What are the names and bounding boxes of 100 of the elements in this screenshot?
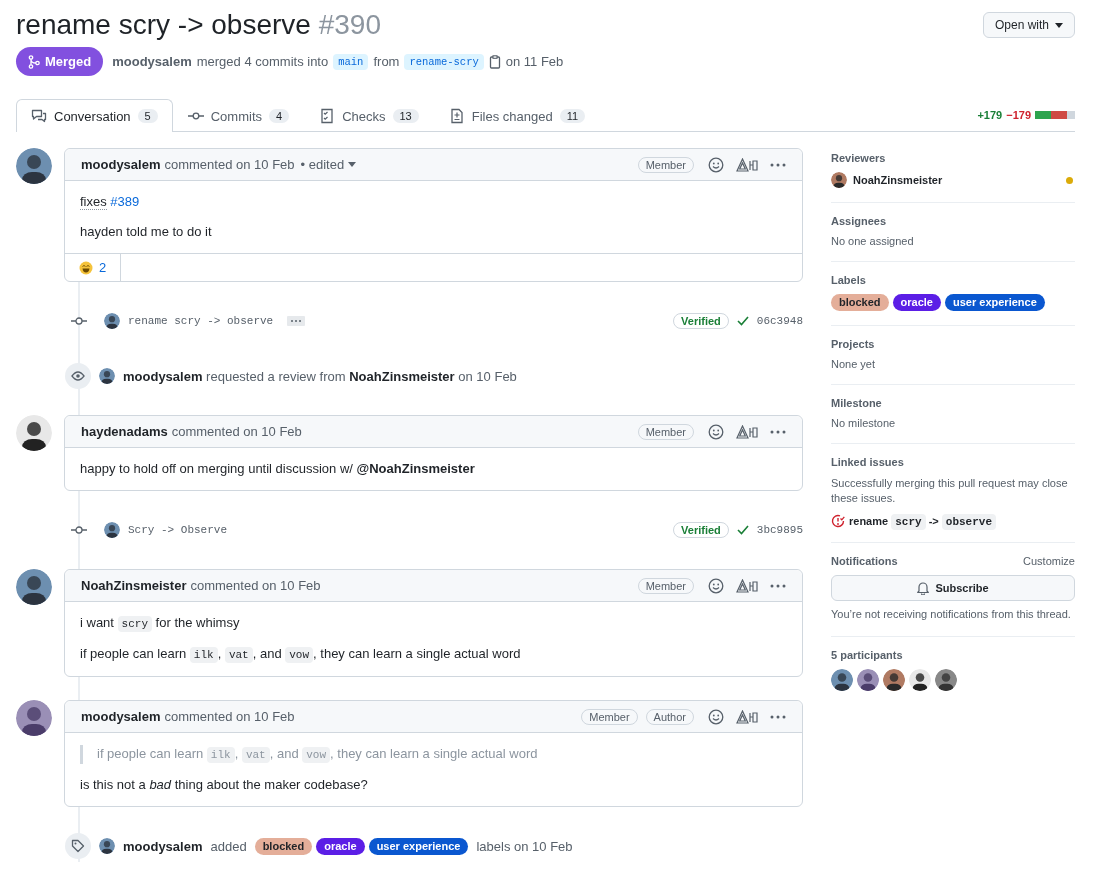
tab[interactable]: Checks 13 <box>304 99 434 132</box>
smiley-icon[interactable] <box>708 577 724 594</box>
check-icon <box>736 525 749 535</box>
note-text: Successfully merging this pull request may close these issues. <box>831 476 1069 506</box>
label-tag[interactable]: user experience <box>368 837 469 855</box>
section-heading: 5 participants <box>831 649 903 661</box>
file-diff-icon <box>448 108 465 124</box>
kebab-icon[interactable] <box>770 162 786 167</box>
label-tag[interactable]: oracle <box>892 294 941 311</box>
issue-link[interactable]: #389 <box>110 194 140 209</box>
caret-icon <box>1055 22 1063 28</box>
author-link[interactable]: moodysalem <box>112 54 192 69</box>
avatar[interactable] <box>16 148 52 184</box>
note-text: You’re not receiving notifications from this thread. <box>831 607 1072 622</box>
comment-meta: commented on 10 Feb <box>190 578 321 593</box>
comment-author[interactable]: haydenadams <box>81 424 168 439</box>
smiley-icon[interactable] <box>708 708 724 725</box>
avatar[interactable] <box>16 415 52 451</box>
head-branch[interactable]: rename-scry <box>404 53 484 70</box>
participant-avatar[interactable] <box>909 669 931 691</box>
triangle-icon[interactable] <box>736 578 758 593</box>
check-icon <box>736 316 749 326</box>
avatar[interactable] <box>831 172 847 188</box>
tab[interactable]: Conversation 5 <box>16 99 173 132</box>
triangle-icon[interactable] <box>736 157 758 172</box>
commit-icon <box>71 525 87 535</box>
kebab-icon[interactable] <box>770 714 786 719</box>
participant-avatar[interactable] <box>935 669 957 691</box>
merged-badge: Merged <box>16 47 104 76</box>
triangle-icon[interactable] <box>736 424 758 439</box>
comment-author[interactable]: moodysalem <box>81 709 161 724</box>
reaction-button[interactable]: 2 <box>65 254 122 281</box>
deletions-count: −179 <box>1006 109 1031 121</box>
label-tag[interactable]: blocked <box>254 837 313 855</box>
reviewer-name[interactable]: NoahZinsmeister <box>853 174 943 186</box>
tab[interactable]: Files changed 11 <box>433 99 601 132</box>
event-text: labels on 10 Feb <box>476 838 573 854</box>
commit-sha[interactable]: 3bc9895 <box>756 524 803 536</box>
comment-text: fixes #389 <box>80 193 141 211</box>
avatar[interactable] <box>16 569 52 605</box>
comment-text: happy to hold off on merging until discussion w/ @NoahZinsmeister <box>80 460 476 478</box>
event-actor[interactable]: moodysalem <box>123 838 203 854</box>
customize-link[interactable]: Customize <box>1023 555 1075 567</box>
caret-icon <box>348 162 357 167</box>
open-with-button[interactable]: Open with <box>982 12 1075 38</box>
ellipsis-icon[interactable] <box>287 316 306 326</box>
section-heading[interactable]: Labels <box>831 274 866 286</box>
comment-meta: commented on 10 Feb <box>164 709 295 724</box>
avatar[interactable] <box>99 838 115 854</box>
summary-text: on 11 Feb <box>505 54 564 69</box>
comment-text: hayden told me to do it <box>80 223 213 241</box>
comment-meta: commented on 10 Feb <box>164 157 295 172</box>
edited-menu[interactable]: • edited <box>300 157 357 172</box>
section-heading[interactable]: Projects <box>831 338 875 350</box>
section-heading[interactable]: Milestone <box>831 397 882 409</box>
copy-icon[interactable] <box>488 54 501 69</box>
subscribe-button[interactable]: Subscribe <box>831 575 1075 601</box>
tab[interactable]: Commits 4 <box>172 99 305 132</box>
triangle-icon[interactable] <box>736 709 758 724</box>
comment-author[interactable]: NoahZinsmeister <box>81 578 187 593</box>
empty-text: No one assigned <box>831 235 914 247</box>
summary-text: from <box>373 54 400 69</box>
kebab-icon[interactable] <box>770 583 786 588</box>
empty-text: None yet <box>831 358 876 370</box>
participant-avatar[interactable] <box>883 669 905 691</box>
section-heading[interactable]: Linked issues <box>831 456 904 468</box>
summary-text: merged 4 commits into <box>196 54 329 69</box>
event-text: moodysalem requested a review from NoahZinsmeister on 10 Feb <box>123 368 517 384</box>
checklist-icon <box>319 108 336 124</box>
commit-message[interactable]: Scry -> Observe <box>128 524 228 536</box>
comment-text: i want scry for the whimsy <box>80 614 241 633</box>
base-branch[interactable]: main <box>333 53 369 70</box>
kebab-icon[interactable] <box>770 429 786 434</box>
issue-link[interactable]: rename scry -> observe <box>849 514 997 528</box>
commit-sha[interactable]: 06c3948 <box>756 315 803 327</box>
section-heading: Notifications <box>831 555 898 567</box>
avatar[interactable] <box>16 700 52 736</box>
label-tag[interactable]: user experience <box>945 294 1045 311</box>
speech-bubbles-icon <box>31 108 47 124</box>
participant-avatar[interactable] <box>857 669 879 691</box>
event-text: added <box>210 838 247 854</box>
participant-avatar[interactable] <box>831 669 853 691</box>
section-heading[interactable]: Reviewers <box>831 152 886 164</box>
section-heading[interactable]: Assignees <box>831 215 887 227</box>
avatar[interactable] <box>104 522 120 538</box>
smiley-icon[interactable] <box>708 156 724 173</box>
avatar[interactable] <box>99 368 115 384</box>
diffstat-bar-drawing <box>1035 111 1075 119</box>
commit-icon <box>71 316 87 326</box>
label-tag[interactable]: oracle <box>316 837 365 855</box>
pr-title: rename scry -> observe #390 <box>16 8 381 42</box>
tag-icon <box>71 839 85 853</box>
avatar[interactable] <box>104 313 120 329</box>
smiley-icon[interactable] <box>708 423 724 440</box>
commit-message[interactable]: rename scry -> observe <box>128 315 274 327</box>
laughing-emoji-icon <box>79 260 93 275</box>
comment-meta: commented on 10 Feb <box>171 424 302 439</box>
comment-text: is this not a bad thing about the maker codebase? <box>80 776 369 794</box>
comment-author[interactable]: moodysalem <box>81 157 161 172</box>
label-tag[interactable]: blocked <box>831 294 889 311</box>
